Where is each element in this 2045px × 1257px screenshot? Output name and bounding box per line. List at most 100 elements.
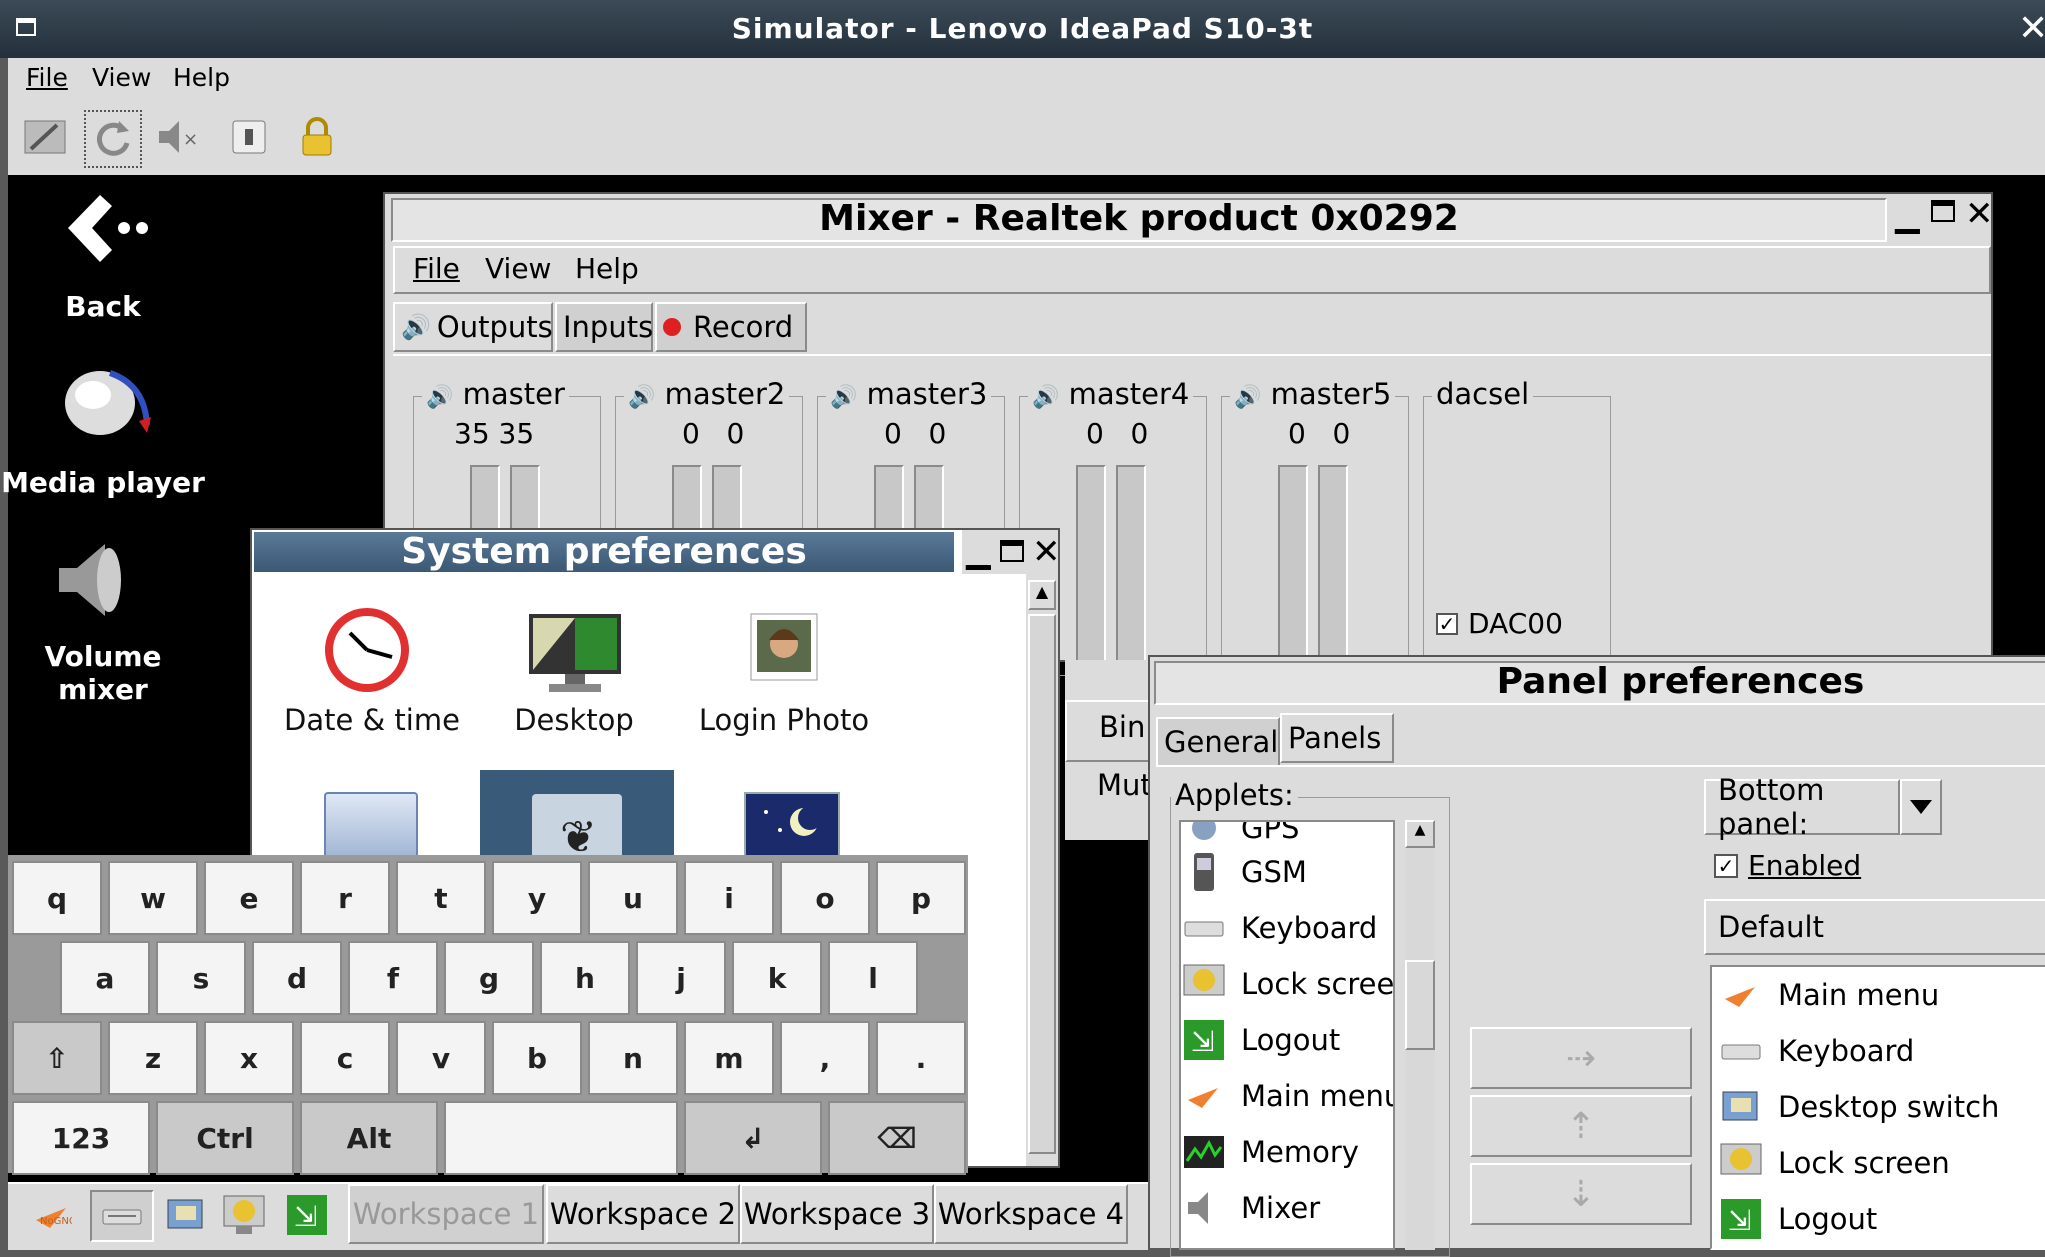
- key-x[interactable]: x: [204, 1021, 294, 1095]
- move-up-button[interactable]: ⇡: [1470, 1095, 1692, 1157]
- volume-slider-left[interactable]: [1076, 465, 1106, 685]
- scroll-thumb[interactable]: [1028, 614, 1056, 1154]
- dac00-checkbox[interactable]: ✓ DAC00: [1436, 607, 1563, 640]
- list-item[interactable]: Lock screen: [1181, 956, 1393, 1012]
- key-space[interactable]: [444, 1101, 678, 1175]
- key-g[interactable]: g: [444, 941, 534, 1015]
- panel-default-field[interactable]: Default: [1704, 899, 2045, 955]
- key-h[interactable]: h: [540, 941, 630, 1015]
- key-t[interactable]: t: [396, 861, 486, 935]
- key-f[interactable]: f: [348, 941, 438, 1015]
- chevron-down-icon[interactable]: [1900, 779, 1942, 835]
- mute-icon[interactable]: ×: [154, 112, 204, 162]
- panel-items-list[interactable]: Main menu Keyboard Desktop switch Lock s…: [1710, 965, 2045, 1250]
- scroll-up-icon[interactable]: ▲: [1405, 820, 1435, 848]
- media-player-icon[interactable]: [55, 365, 155, 449]
- key-z[interactable]: z: [108, 1021, 198, 1095]
- sysprefs-scrollbar[interactable]: ▲: [1026, 574, 1058, 1166]
- key-n[interactable]: n: [588, 1021, 678, 1095]
- add-applet-button[interactable]: ⇢: [1470, 1027, 1692, 1089]
- volume-slider-right[interactable]: [1318, 465, 1348, 685]
- lock-screen-icon[interactable]: [222, 1194, 266, 1240]
- close-icon[interactable]: ✕: [1032, 532, 1061, 572]
- list-item[interactable]: Desktop switch: [1718, 1079, 1999, 1135]
- key-o[interactable]: o: [780, 861, 870, 935]
- screen-icon[interactable]: [224, 112, 274, 162]
- key-e[interactable]: e: [204, 861, 294, 935]
- login-photo-icon[interactable]: [749, 612, 819, 686]
- key-m[interactable]: m: [684, 1021, 774, 1095]
- pref-date-time[interactable]: Date & time: [272, 703, 472, 737]
- scroll-thumb[interactable]: [1405, 960, 1435, 1050]
- enabled-checkbox[interactable]: ✓ Enabled: [1714, 849, 1861, 882]
- menu-help[interactable]: Help: [173, 63, 230, 92]
- key-u[interactable]: u: [588, 861, 678, 935]
- tab-panels[interactable]: Panels: [1280, 713, 1394, 763]
- lock-icon[interactable]: [292, 112, 342, 162]
- minimize-icon[interactable]: ▁: [966, 532, 991, 570]
- key-l[interactable]: l: [828, 941, 918, 1015]
- key-y[interactable]: y: [492, 861, 582, 935]
- close-icon[interactable]: ✕: [1965, 194, 1994, 234]
- workspace-4[interactable]: Workspace 4: [934, 1184, 1128, 1244]
- logout-icon[interactable]: ⇲: [286, 1194, 328, 1240]
- panel-select-label[interactable]: Bottom panel:: [1704, 773, 1900, 841]
- list-item[interactable]: Mixer: [1181, 1180, 1320, 1236]
- menu-file[interactable]: File: [26, 63, 68, 92]
- key-q[interactable]: q: [12, 861, 102, 935]
- key-j[interactable]: j: [636, 941, 726, 1015]
- move-down-button[interactable]: ⇣: [1470, 1163, 1692, 1225]
- tab-outputs[interactable]: 🔊 Outputs: [393, 302, 553, 352]
- edit-icon[interactable]: [20, 112, 70, 162]
- key-b[interactable]: b: [492, 1021, 582, 1095]
- applets-scrollbar[interactable]: ▲: [1405, 820, 1435, 1250]
- key-k[interactable]: k: [732, 941, 822, 1015]
- key-p[interactable]: p: [876, 861, 966, 935]
- workspace-2[interactable]: Workspace 2: [546, 1184, 740, 1244]
- minimize-icon[interactable]: ▁: [1895, 196, 1920, 234]
- list-item[interactable]: GSM: [1181, 844, 1307, 900]
- key-v[interactable]: v: [396, 1021, 486, 1095]
- applets-list[interactable]: GPS GSM Keyboard Lock screen ⇲ Logout Mai…: [1179, 820, 1395, 1250]
- volume-slider-left[interactable]: [1278, 465, 1308, 685]
- list-item[interactable]: Main menu: [1181, 1068, 1393, 1124]
- back-icon[interactable]: [62, 190, 152, 274]
- key-alt[interactable]: Alt: [300, 1101, 438, 1175]
- key-backspace[interactable]: ⌫: [828, 1101, 966, 1175]
- mute-checkbox-partial[interactable]: Mut: [1097, 768, 1152, 802]
- mixer-menu-file[interactable]: File: [413, 252, 460, 285]
- clock-icon[interactable]: [322, 605, 412, 699]
- desktop-switch-icon[interactable]: [166, 1196, 206, 1238]
- workspace-1[interactable]: Workspace 1: [348, 1184, 544, 1244]
- tab-general[interactable]: General: [1156, 717, 1280, 767]
- key-comma[interactable]: ,: [780, 1021, 870, 1095]
- keyboard-icon[interactable]: [90, 1190, 154, 1242]
- key-i[interactable]: i: [684, 861, 774, 935]
- mixer-menu-help[interactable]: Help: [575, 252, 639, 285]
- desktop-monitor-icon[interactable]: [527, 612, 623, 700]
- list-item[interactable]: Keyboard: [1181, 900, 1377, 956]
- tab-inputs[interactable]: Inputs: [555, 302, 653, 352]
- volume-mixer-icon[interactable]: [55, 540, 125, 624]
- volume-slider-right[interactable]: [1116, 465, 1146, 685]
- key-shift[interactable]: ⇧: [12, 1021, 102, 1095]
- maximize-icon[interactable]: [1000, 540, 1024, 562]
- key-s[interactable]: s: [156, 941, 246, 1015]
- pref-desktop[interactable]: Desktop: [474, 703, 674, 737]
- list-item[interactable]: Lock screen: [1718, 1135, 1950, 1191]
- media-player-label[interactable]: Media player: [0, 466, 208, 499]
- key-period[interactable]: .: [876, 1021, 966, 1095]
- list-item[interactable]: ⇲ Logout: [1718, 1191, 1877, 1247]
- key-ctrl[interactable]: Ctrl: [156, 1101, 294, 1175]
- volume-mixer-label[interactable]: Volume mixer: [0, 640, 208, 706]
- maximize-icon[interactable]: [1931, 200, 1955, 222]
- list-item[interactable]: Keyboard: [1718, 1023, 1914, 1079]
- screensaver-icon[interactable]: [744, 792, 840, 858]
- key-c[interactable]: c: [300, 1021, 390, 1095]
- key-enter[interactable]: ↲: [684, 1101, 822, 1175]
- back-label[interactable]: Back: [0, 290, 208, 323]
- close-icon[interactable]: ✕: [2018, 8, 2045, 49]
- main-menu-icon[interactable]: NoGNO: [32, 1198, 77, 1238]
- pref-selected-item[interactable]: ❦: [480, 770, 674, 866]
- workspace-3[interactable]: Workspace 3: [740, 1184, 934, 1244]
